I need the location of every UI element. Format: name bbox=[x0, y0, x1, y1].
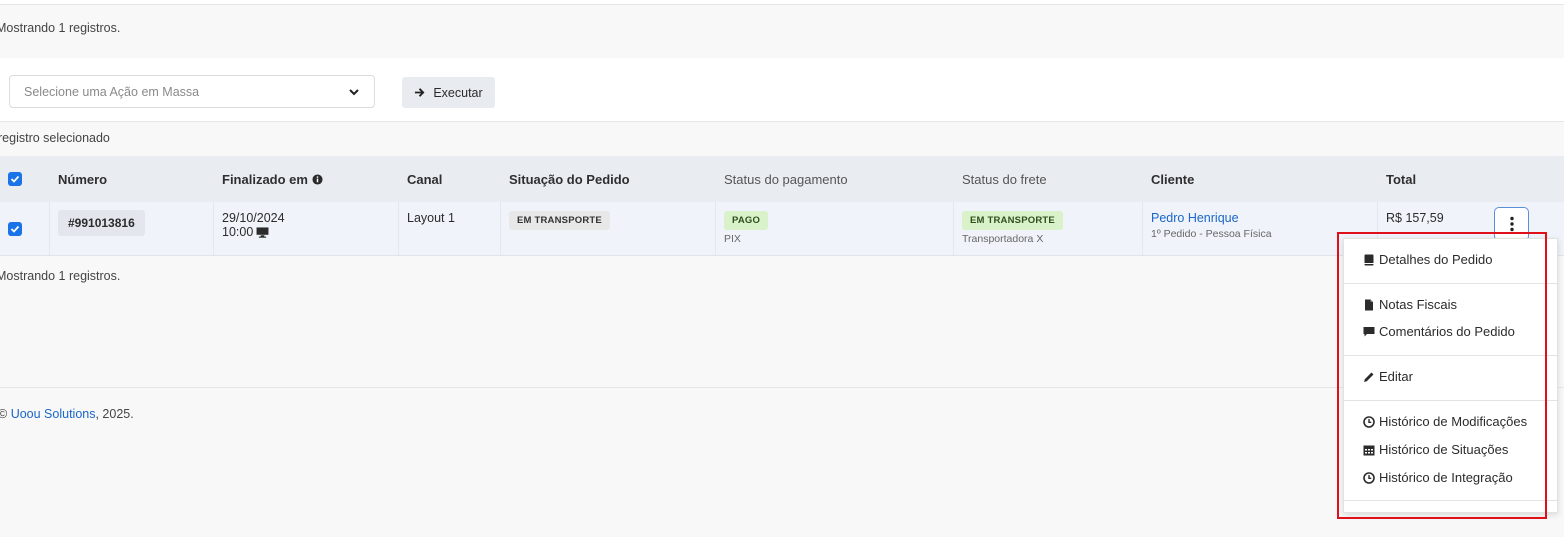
execute-label: Executar bbox=[433, 85, 483, 100]
file-icon bbox=[1365, 299, 1373, 310]
menu-item-comentarios[interactable]: Comentários do Pedido bbox=[1363, 324, 1515, 339]
copyright-symbol: © bbox=[0, 407, 8, 421]
chevron-down-icon bbox=[349, 88, 359, 95]
shipping-status-badge: EM TRANSPORTE bbox=[962, 211, 1063, 230]
customer-info: 1º Pedido - Pessoa Física bbox=[1151, 228, 1272, 240]
payment-status-badge: PAGO bbox=[724, 211, 769, 230]
table-row: #991013816 29/10/2024 10:00 Layout 1 EM … bbox=[0, 202, 1564, 256]
header-finalizado[interactable]: Finalizado em bbox=[214, 156, 399, 202]
order-number[interactable]: #991013816 bbox=[58, 210, 145, 236]
select-all-checkbox[interactable] bbox=[8, 172, 22, 186]
menu-item-hist-situacoes[interactable]: Histórico de Situações bbox=[1363, 442, 1508, 457]
header-cliente[interactable]: Cliente bbox=[1143, 156, 1378, 202]
customer-link[interactable]: Pedro Henrique bbox=[1151, 211, 1369, 225]
clock-icon bbox=[1363, 471, 1375, 484]
menu-item-hist-modificacoes-label: Histórico de Modificações bbox=[1379, 414, 1528, 429]
menu-item-hist-situacoes-label: Histórico de Situações bbox=[1379, 442, 1509, 457]
execute-button[interactable]: Executar bbox=[402, 77, 495, 108]
menu-divider bbox=[1344, 355, 1557, 356]
payment-method: PIX bbox=[724, 233, 741, 245]
order-total: R$ 157,59 bbox=[1386, 211, 1444, 225]
menu-item-editar-label: Editar bbox=[1379, 369, 1413, 384]
header-numero-label: Número bbox=[58, 171, 108, 187]
company-link[interactable]: Uoou Solutions bbox=[11, 407, 96, 421]
desktop-icon bbox=[256, 226, 269, 238]
info-icon[interactable] bbox=[312, 173, 323, 185]
menu-item-detalhes-label: Detalhes do Pedido bbox=[1379, 252, 1493, 267]
row-checkbox[interactable] bbox=[8, 221, 22, 236]
menu-item-notas-label: Notas Fiscais bbox=[1379, 297, 1458, 312]
menu-item-hist-integracao-label: Histórico de Integração bbox=[1379, 470, 1513, 485]
status-badge: EM TRANSPORTE bbox=[509, 211, 610, 230]
footer-divider bbox=[0, 387, 1564, 388]
kebab-icon bbox=[1509, 216, 1514, 232]
header-status-pagamento-label: Status do pagamento bbox=[724, 171, 848, 187]
pencil-icon bbox=[1364, 372, 1374, 382]
header-status-pagamento: Status do pagamento bbox=[716, 156, 954, 202]
header-canal[interactable]: Canal bbox=[399, 156, 501, 202]
mass-action-bar: Selecione uma Ação em Massa Executar bbox=[0, 58, 1564, 122]
check-icon bbox=[10, 175, 20, 183]
menu-item-notas[interactable]: Notas Fiscais bbox=[1363, 297, 1457, 312]
order-date: 29/10/2024 bbox=[222, 211, 285, 225]
clock-icon bbox=[1363, 415, 1375, 428]
mass-action-select[interactable]: Selecione uma Ação em Massa bbox=[9, 75, 375, 108]
menu-item-editar[interactable]: Editar bbox=[1363, 369, 1413, 384]
header-situacao[interactable]: Situação do Pedido bbox=[501, 156, 716, 202]
shipping-carrier: Transportadora X bbox=[962, 233, 1044, 245]
footer: © Uoou Solutions, 2025. bbox=[0, 407, 134, 421]
table-header: Número Finalizado em Canal Situação do P… bbox=[0, 156, 1564, 202]
menu-item-comentarios-label: Comentários do Pedido bbox=[1379, 324, 1515, 339]
menu-divider bbox=[1344, 283, 1557, 284]
order-time-wrap: 10:00 bbox=[222, 225, 390, 239]
cell-pagamento: PAGO PIX bbox=[716, 202, 954, 255]
cell-situacao: EM TRANSPORTE bbox=[501, 202, 716, 255]
orders-table: Número Finalizado em Canal Situação do P… bbox=[0, 156, 1564, 256]
cell-finalizado: 29/10/2024 10:00 bbox=[214, 202, 399, 255]
header-total[interactable]: Total bbox=[1378, 156, 1488, 202]
header-select-all bbox=[0, 156, 50, 202]
records-count-top: Mostrando 1 registros. bbox=[0, 21, 121, 35]
calendar-icon bbox=[1363, 445, 1375, 455]
cell-canal: Layout 1 bbox=[399, 202, 501, 255]
header-status-frete-label: Status do frete bbox=[962, 171, 1047, 187]
header-situacao-label: Situação do Pedido bbox=[509, 171, 630, 187]
order-time: 10:00 bbox=[222, 225, 254, 239]
check-icon bbox=[10, 225, 20, 233]
menu-item-detalhes[interactable]: Detalhes do Pedido bbox=[1363, 252, 1492, 267]
selected-count: registro selecionado bbox=[0, 131, 110, 145]
menu-divider bbox=[1344, 400, 1557, 401]
header-total-label: Total bbox=[1386, 171, 1417, 187]
top-divider bbox=[0, 0, 1564, 5]
menu-item-hist-modificacoes[interactable]: Histórico de Modificações bbox=[1363, 414, 1527, 429]
row-actions-menu: Detalhes do Pedido Notas Fiscais Comentá… bbox=[1343, 238, 1558, 513]
book-icon bbox=[1364, 254, 1374, 265]
comment-icon bbox=[1363, 326, 1375, 336]
mass-action-placeholder: Selecione uma Ação em Massa bbox=[24, 84, 200, 99]
cell-numero: #991013816 bbox=[50, 202, 214, 255]
header-canal-label: Canal bbox=[407, 171, 443, 187]
menu-divider bbox=[1344, 500, 1557, 501]
header-status-frete: Status do frete bbox=[954, 156, 1143, 202]
records-count-bottom: Mostrando 1 registros. bbox=[0, 269, 121, 283]
order-channel: Layout 1 bbox=[407, 211, 455, 225]
menu-item-hist-integracao[interactable]: Histórico de Integração bbox=[1363, 470, 1513, 485]
arrow-right-icon bbox=[415, 88, 425, 97]
cell-frete: EM TRANSPORTE Transportadora X bbox=[954, 202, 1143, 255]
row-actions-button[interactable] bbox=[1494, 207, 1529, 241]
header-cliente-label: Cliente bbox=[1151, 171, 1195, 187]
header-finalizado-label: Finalizado em bbox=[222, 171, 308, 187]
footer-year: , 2025. bbox=[95, 407, 134, 421]
row-select-cell bbox=[0, 202, 50, 255]
header-numero[interactable]: Número bbox=[50, 156, 214, 202]
